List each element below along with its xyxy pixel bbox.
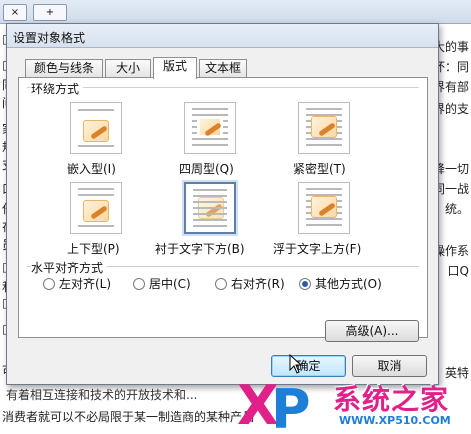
layout-panel: 环绕方式 嵌入型(I) 四周型(Q) 紧密型(T) 上下型(P) 衬于文字下方(… [18,77,428,342]
dialog-titlebar[interactable]: 设置对象格式 [7,24,438,48]
align-center-label: 居中(C) [149,277,191,291]
wrap-behind-text-option[interactable] [184,182,236,234]
watermark-url: WWW.XP510.COM [339,414,451,427]
wrap-style-group-label: 环绕方式 [31,80,84,97]
doc-text-right: 统。 [444,202,469,216]
doc-text-bottom: 有着相互连接和技术的开放技术和... [6,388,198,402]
align-other-label: 其他方式(O) [315,277,382,291]
advanced-button[interactable]: 高级(A)... [325,320,419,342]
mouse-cursor-icon [289,354,303,374]
document-tab-strip: × + [0,0,471,24]
wrap-inline-option[interactable] [70,102,122,154]
group-divider [27,87,419,88]
wrap-tight-option[interactable] [298,102,350,154]
wrap-square-option[interactable] [184,102,236,154]
wrap-square-label: 四周型(Q) [179,162,234,176]
new-tab-button[interactable]: + [33,4,67,21]
wrap-in-front-option[interactable] [298,182,350,234]
align-right-radio[interactable]: 右对齐(R) [215,275,285,292]
radio-indicator [215,277,227,290]
tab-text-box[interactable]: 文本框 [199,59,247,78]
tab-layout[interactable]: 版式 [153,57,197,79]
dialog-title: 设置对象格式 [13,31,86,45]
wrap-top-bottom-label: 上下型(P) [67,242,120,256]
wrap-behind-text-label: 衬于文字下方(B) [155,242,245,256]
radio-indicator [133,277,145,290]
format-object-dialog: 设置对象格式 颜色与线条 大小 版式 文本框 环绕方式 嵌入型(I) 四周型(Q… [6,23,439,385]
align-left-radio[interactable]: 左对齐(L) [43,275,111,292]
align-center-radio[interactable]: 居中(C) [133,275,191,292]
tab-size[interactable]: 大小 [105,59,151,78]
wrap-top-bottom-option[interactable] [70,182,122,234]
align-other-radio[interactable]: 其他方式(O) [299,275,382,292]
align-right-label: 右对齐(R) [231,277,285,291]
radio-indicator [43,277,55,290]
align-group-label: 水平对齐方式 [31,259,108,276]
wrap-inline-label: 嵌入型(I) [67,162,116,176]
doc-text-bottom: 消费者就可以不必局限于某一制造商的某种产品 [2,410,255,424]
wrap-in-front-label: 浮于文字上方(F) [273,242,362,256]
doc-text-right: 口Q [447,264,469,278]
wrap-tight-label: 紧密型(T) [293,162,346,176]
tab-colors-and-lines[interactable]: 颜色与线条 [25,59,103,78]
tab-close-button[interactable]: × [3,4,27,21]
align-left-label: 左对齐(L) [59,277,112,291]
xp-logo-icon: X P [237,374,311,434]
radio-indicator [299,277,311,290]
site-watermark: X P 系统之家 WWW.XP510.COM [235,374,471,434]
svg-text:P: P [271,378,311,434]
watermark-brand: 系统之家 [333,383,450,416]
